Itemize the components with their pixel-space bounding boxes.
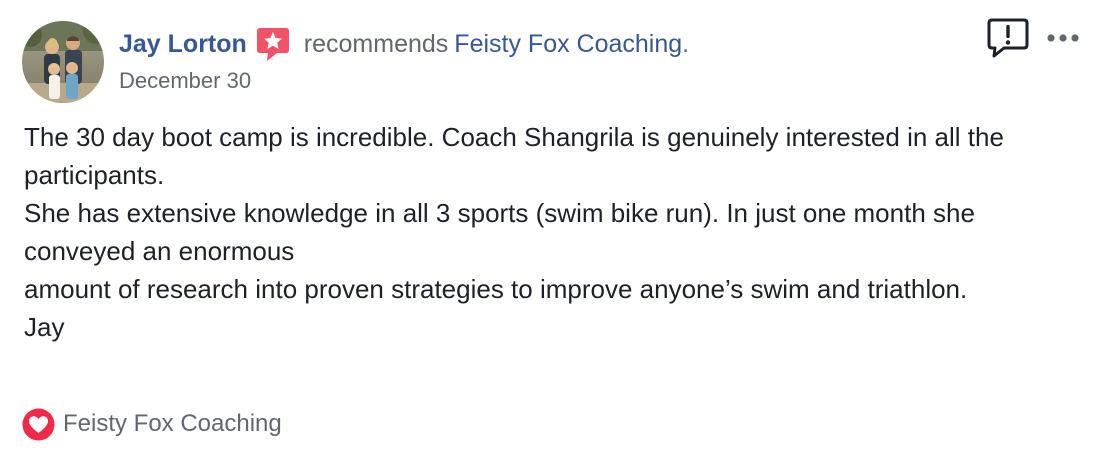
report-button[interactable] bbox=[987, 17, 1029, 59]
avatar[interactable] bbox=[22, 21, 104, 103]
star-speech-bubble-icon bbox=[255, 26, 291, 62]
avatar-photo bbox=[22, 21, 104, 103]
heart-icon bbox=[22, 408, 55, 441]
post-footer: Feisty Fox Coaching bbox=[22, 407, 282, 441]
recommendation-post: Jay Lorton recommends Feisty Fox Coachin… bbox=[0, 0, 1096, 462]
footer-page-name-link[interactable]: Feisty Fox Coaching bbox=[63, 407, 282, 441]
body-line: amount of research into proven strategie… bbox=[24, 274, 968, 304]
exclamation-speech-bubble-icon bbox=[987, 18, 1029, 58]
more-options-button[interactable] bbox=[1044, 26, 1084, 50]
body-line: Jay bbox=[24, 312, 65, 342]
post-date-link[interactable]: December 30 bbox=[119, 66, 251, 96]
ellipsis-icon bbox=[1047, 34, 1079, 42]
post-body: The 30 day boot camp is incredible. Coac… bbox=[24, 118, 1084, 346]
body-line: The 30 day boot camp is incredible. Coac… bbox=[24, 122, 1004, 190]
header-period: . bbox=[682, 30, 690, 58]
post-header: Jay Lorton recommends Feisty Fox Coachin… bbox=[119, 26, 689, 62]
author-name-link[interactable]: Jay Lorton bbox=[119, 26, 247, 62]
recommends-verb: recommends bbox=[303, 30, 449, 58]
body-line: She has extensive knowledge in all 3 spo… bbox=[24, 198, 975, 266]
page-name-link[interactable]: Feisty Fox Coaching bbox=[454, 26, 682, 62]
